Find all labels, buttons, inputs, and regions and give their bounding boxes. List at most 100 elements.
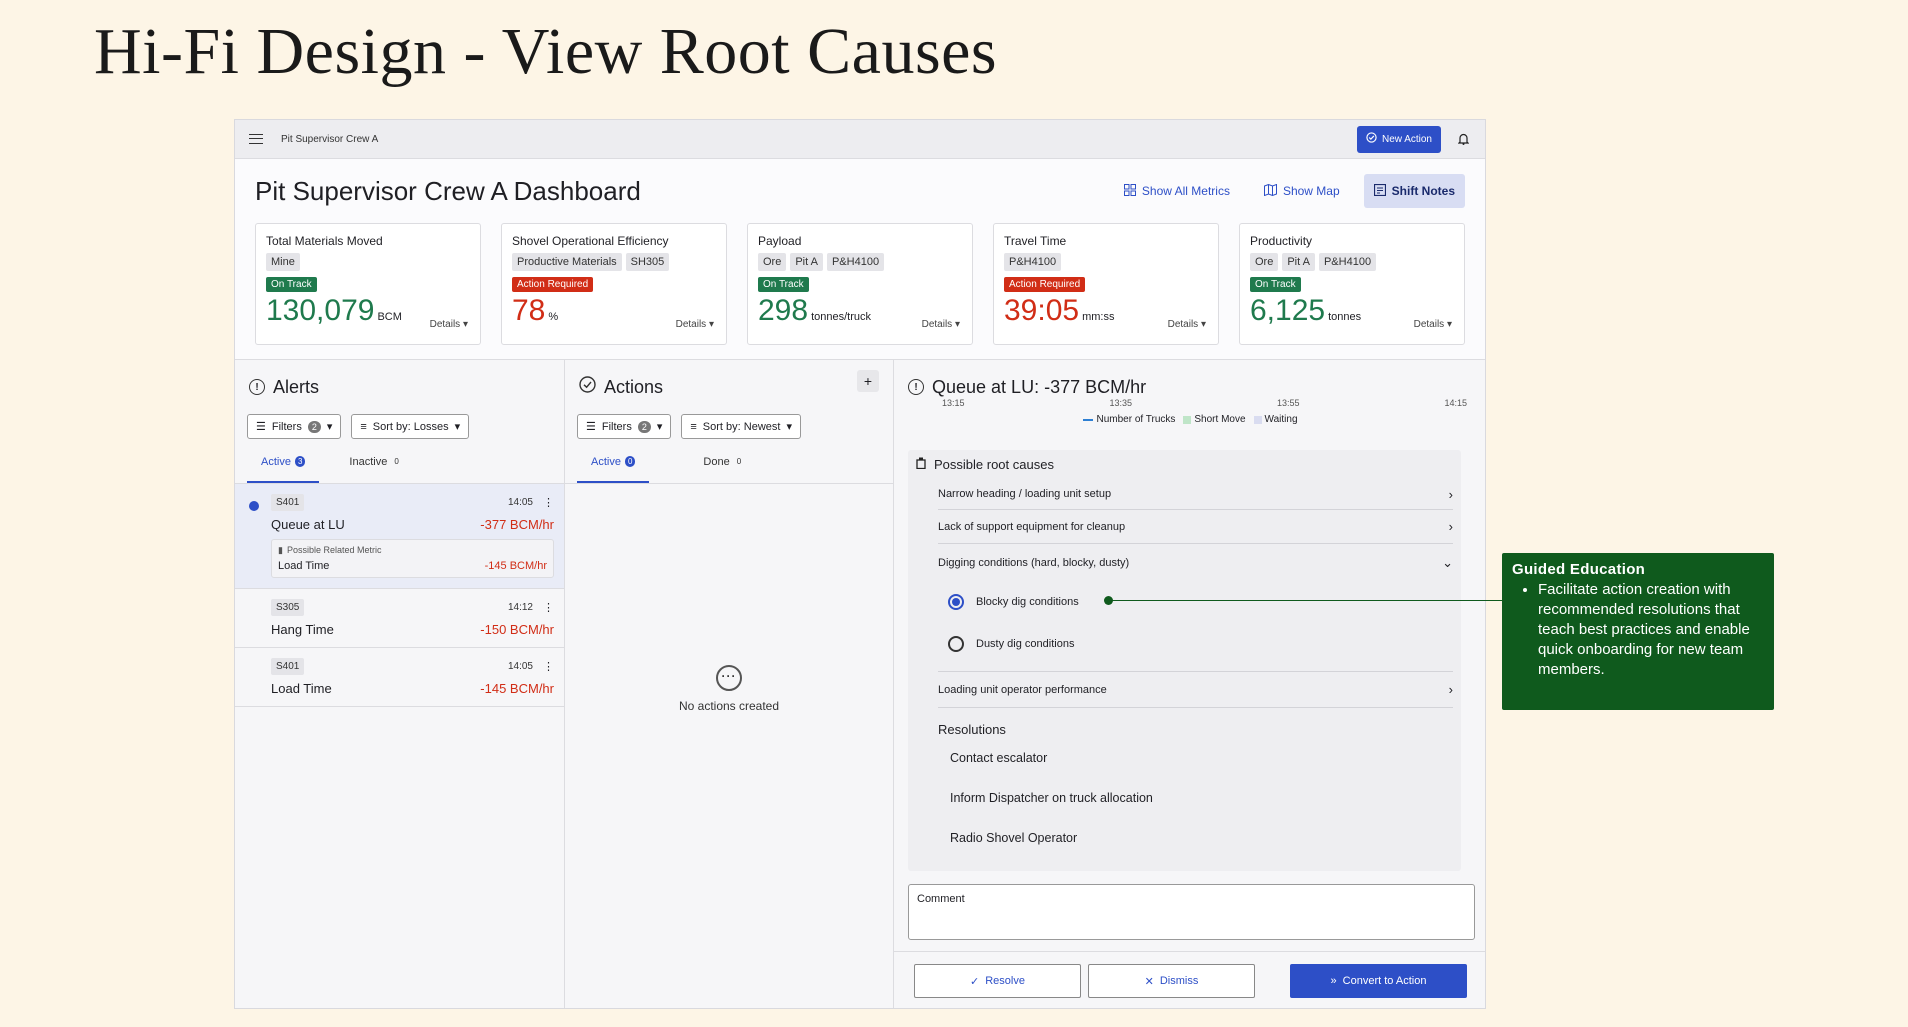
callout-title: Guided Education (1512, 561, 1646, 578)
metric-card[interactable]: Productivity Ore Pit A P&H4100 On Track 6,… (1239, 223, 1465, 345)
metric-chip: Pit A (1282, 253, 1315, 271)
related-metric[interactable]: ▮ Possible Related Metric Load Time -145 … (271, 539, 554, 578)
metric-title: Total Materials Moved (266, 234, 383, 248)
show-map-link[interactable]: Show Map (1263, 183, 1340, 199)
status-badge: Action Required (512, 277, 594, 292)
metric-chip: Pit A (790, 253, 823, 271)
radio-unselected[interactable] (948, 636, 964, 652)
details-dropdown[interactable]: Details ▾ (1168, 319, 1206, 330)
chevron-down-icon: ⌄ (1442, 554, 1453, 570)
caret-down-icon: ▾ (708, 319, 714, 330)
root-cause-item[interactable]: Lack of support equipment for cleanup › (938, 509, 1453, 543)
annotation-connector (1108, 600, 1504, 601)
tab-done-actions[interactable]: Done 0 (689, 456, 758, 483)
metric-unit: mm:ss (1082, 311, 1115, 323)
alerts-header: ! Alerts (235, 360, 564, 402)
actions-filters-button[interactable]: ☰ Filters 2 ▾ (577, 414, 672, 439)
app-window: Pit Supervisor Crew A New Action Pit Sup… (234, 119, 1486, 1009)
root-cause-item-expanded[interactable]: Digging conditions (hard, blocky, dusty)… (938, 543, 1453, 581)
caret-down-icon: ▾ (326, 421, 333, 433)
caret-down-icon: ▾ (1200, 319, 1206, 330)
metric-card[interactable]: Payload Ore Pit A P&H4100 On Track 298 ton… (747, 223, 973, 345)
option-dusty[interactable]: Dusty dig conditions (948, 623, 1461, 665)
chart-x-ticks: 13:15 13:35 13:55 14:15 (894, 398, 1485, 408)
resolution-item[interactable]: Inform Dispatcher on truck allocation (950, 791, 1461, 805)
legend-item: Number of Trucks (1083, 414, 1175, 425)
alerts-filters-button[interactable]: ☰ Filters 2 ▾ (247, 414, 342, 439)
alerts-sort-button[interactable]: ≡ Sort by: Losses ▾ (351, 414, 470, 439)
root-cause-item[interactable]: Narrow heading / loading unit setup › (938, 479, 1453, 509)
radio-selected[interactable] (948, 594, 964, 610)
caret-down-icon: ▾ (954, 319, 960, 330)
new-action-button[interactable]: New Action (1356, 125, 1441, 153)
metric-unit: BCM (377, 311, 402, 323)
caret-down-icon: ▾ (656, 421, 663, 433)
root-cause-item[interactable]: Loading unit operator performance › (938, 671, 1453, 707)
status-badge: On Track (266, 277, 317, 292)
top-bar: Pit Supervisor Crew A New Action (235, 120, 1485, 159)
chevron-right-icon: › (1448, 486, 1453, 502)
alert-detail-pane: ! Queue at LU: -377 BCM/hr 13:15 13:35 1… (894, 360, 1485, 1008)
actions-pane: Actions + ☰ Filters 2 ▾ ≡ Sort by: Newes… (565, 360, 894, 1008)
convert-to-action-button[interactable]: » Convert to Action (1290, 964, 1467, 998)
bell-icon[interactable] (1455, 131, 1471, 147)
details-dropdown[interactable]: Details ▾ (676, 319, 714, 330)
actions-sort-button[interactable]: ≡ Sort by: Newest ▾ (681, 414, 801, 439)
resolve-button[interactable]: ✓ Resolve (914, 964, 1081, 998)
resolutions-heading: Resolutions (938, 722, 1006, 737)
kebab-menu-icon[interactable]: ⋮ (543, 496, 554, 509)
tab-active-actions[interactable]: Active 0 (577, 456, 650, 483)
metric-card[interactable]: Travel Time P&H4100 Action Required 39:0… (993, 223, 1219, 345)
alert-item[interactable]: S401 14:05 ⋮ Load Time -145 BCM/hr (235, 648, 564, 707)
legend-item: Waiting (1253, 414, 1298, 425)
chart-legend: Number of Trucks Short Move Waiting (894, 414, 1485, 425)
actions-header: Actions (565, 360, 893, 402)
detail-header: ! Queue at LU: -377 BCM/hr (894, 360, 1485, 402)
metric-chip: Ore (758, 253, 787, 271)
option-blocky[interactable]: Blocky dig conditions (948, 581, 1461, 623)
metric-chip: Productive Materials (512, 253, 622, 271)
metric-unit: tonnes/truck (811, 311, 871, 323)
map-icon (1263, 183, 1277, 199)
details-dropdown[interactable]: Details ▾ (922, 319, 960, 330)
details-dropdown[interactable]: Details ▾ (1414, 319, 1452, 330)
show-all-metrics-link[interactable]: Show All Metrics (1123, 183, 1230, 199)
metric-value: 298 (758, 294, 809, 327)
shift-notes-button[interactable]: Shift Notes (1363, 174, 1465, 208)
sort-icon: ≡ (690, 420, 697, 433)
metric-title: Travel Time (1004, 234, 1067, 248)
callout-bullet: Facilitate action creation with recommen… (1538, 580, 1764, 680)
comment-field[interactable]: Comment (908, 884, 1475, 940)
kebab-menu-icon[interactable]: ⋮ (543, 660, 554, 673)
unread-dot (249, 501, 259, 511)
metric-value: 6,125 (1250, 294, 1326, 327)
details-dropdown[interactable]: Details ▾ (430, 319, 468, 330)
plus-icon: + (863, 373, 873, 389)
tab-inactive-alerts[interactable]: Inactive 0 (335, 456, 415, 483)
resolution-item[interactable]: Radio Shovel Operator (950, 831, 1461, 845)
guided-education-callout: Guided Education Facilitate action creat… (1502, 553, 1774, 710)
metric-card[interactable]: Shovel Operational Efficiency Productive… (501, 223, 727, 345)
page-title: Pit Supervisor Crew A Dashboard (255, 175, 641, 206)
resolution-item[interactable]: Contact escalator (950, 751, 1461, 765)
alert-item[interactable]: S305 14:12 ⋮ Hang Time -150 BCM/hr (235, 589, 564, 648)
kebab-menu-icon[interactable]: ⋮ (543, 601, 554, 614)
metric-chip: Mine (266, 253, 300, 271)
sort-icon: ≡ (360, 420, 367, 433)
metric-card[interactable]: Total Materials Moved Mine On Track 130,… (255, 223, 481, 345)
add-action-button[interactable]: + (857, 370, 879, 392)
metric-chip: P&H4100 (1318, 253, 1377, 271)
metric-value: 39:05 (1004, 294, 1080, 327)
metric-value: 130,079 (266, 294, 375, 327)
tab-active-alerts[interactable]: Active 3 (247, 456, 320, 483)
alert-icon: ! (249, 379, 265, 395)
alerts-pane: ! Alerts ☰ Filters 2 ▾ ≡ Sort by: Losses… (235, 360, 565, 1008)
divider (938, 707, 1453, 708)
alert-item[interactable]: S401 14:05 ⋮ Queue at LU -377 BCM/hr ▮ Po… (235, 484, 564, 589)
caret-down-icon: ▾ (462, 319, 468, 330)
hamburger-menu-icon[interactable] (249, 134, 263, 144)
panes: ! Alerts ☰ Filters 2 ▾ ≡ Sort by: Losses… (235, 359, 1485, 1008)
caret-down-icon: ▾ (454, 421, 461, 433)
flask-icon: ▮ (278, 545, 283, 555)
dismiss-button[interactable]: ✕ Dismiss (1088, 964, 1255, 998)
